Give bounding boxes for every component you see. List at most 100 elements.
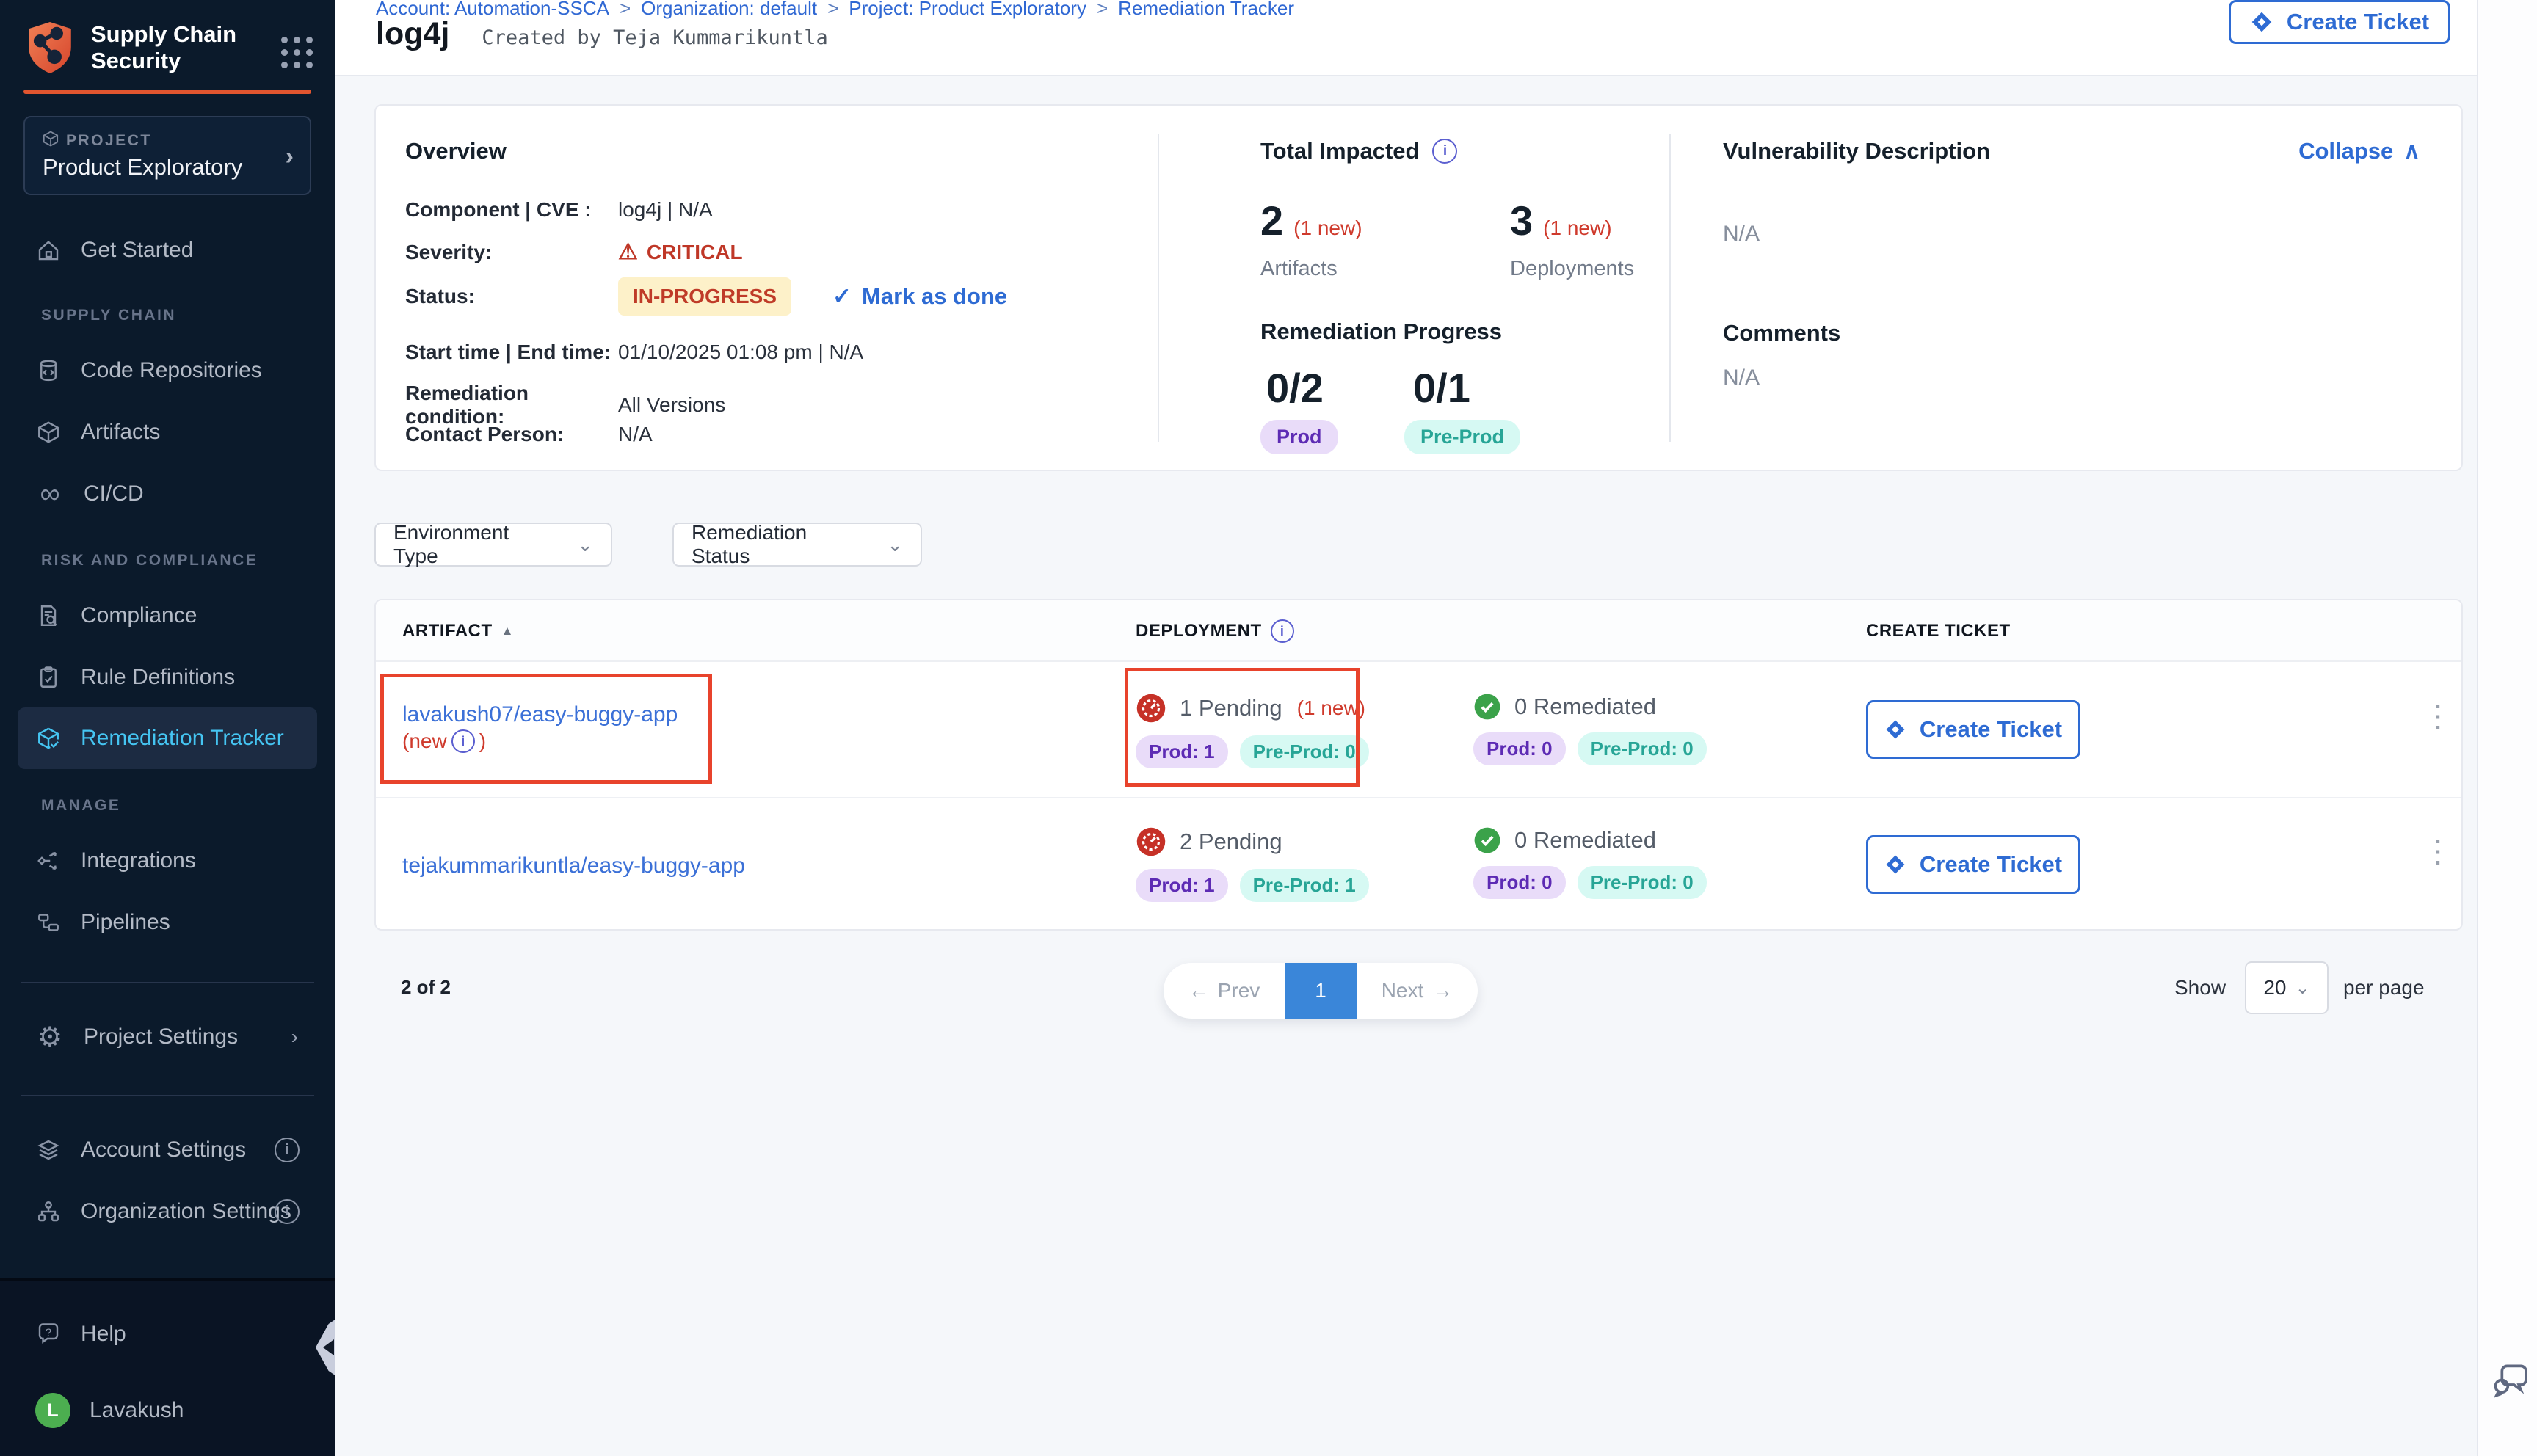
sidebar-item-rule-definitions[interactable]: Rule Definitions <box>18 653 317 702</box>
jira-diamond-icon <box>1884 718 1906 740</box>
comments-value: N/A <box>1723 365 1760 390</box>
row-menu-kebab-icon[interactable]: ⋮ <box>2422 702 2453 731</box>
check-circle-icon <box>1473 826 1501 854</box>
create-ticket-label: Create Ticket <box>1920 716 2062 743</box>
time-label: Start time | End time: <box>405 341 618 364</box>
pagination: ← Prev 1 Next → <box>1164 963 1478 1019</box>
info-icon[interactable]: i <box>1432 139 1457 164</box>
project-name: Product Exploratory <box>43 154 242 181</box>
preprod-badge: Pre-Prod <box>1404 420 1520 454</box>
table-header-row: ARTIFACT ▲ DEPLOYMENT i CREATE TICKET <box>376 600 2461 662</box>
environment-type-filter[interactable]: Environment Type ⌄ <box>374 523 612 567</box>
deployments-new-count: (1 new) <box>1543 216 1611 240</box>
sidebar-item-label: Account Settings <box>81 1138 246 1162</box>
deployment-pending-cell: 2 Pending Prod: 1 Pre-Prod: 1 <box>1136 826 1369 902</box>
sidebar-item-compliance[interactable]: Compliance <box>18 592 317 640</box>
pending-clock-icon <box>1136 826 1166 857</box>
brand: Supply ChainSecurity <box>25 21 313 75</box>
annotation-box-artifact <box>380 674 712 784</box>
svg-text:?: ? <box>46 1326 51 1339</box>
info-icon[interactable]: i <box>275 1138 300 1162</box>
layers-icon <box>35 1137 62 1163</box>
sidebar-item-integrations[interactable]: Integrations <box>18 837 317 885</box>
chevron-down-icon: ⌄ <box>2295 978 2310 999</box>
sidebar-item-organization-settings[interactable]: Organization Settings i <box>18 1187 317 1236</box>
arrow-left-icon: ← <box>1188 979 1209 1002</box>
component-cve-label: Component | CVE : <box>405 198 618 222</box>
chevron-right-icon: › <box>291 1025 298 1049</box>
collapse-button[interactable]: Collapse ∧ <box>2298 138 2420 164</box>
remediated-count: 0 Remediated <box>1514 827 1656 853</box>
create-ticket-label: Create Ticket <box>2287 9 2429 35</box>
overview-card: Overview Component | CVE : log4j | N/A S… <box>374 104 2463 471</box>
user-menu[interactable]: L Lavakush <box>18 1386 317 1435</box>
sidebar-item-label: Organization Settings <box>81 1199 291 1224</box>
preprod-progress-value: 0/1 <box>1413 364 1470 412</box>
artifact-cell: tejakummarikuntla/easy-buggy-app <box>402 851 745 881</box>
per-page-select[interactable]: 20 ⌄ <box>2245 961 2329 1014</box>
severity-value: ⚠ CRITICAL <box>618 239 743 265</box>
sidebar-item-account-settings[interactable]: Account Settings i <box>18 1126 317 1174</box>
sidebar-item-code-repositories[interactable]: Code Repositories <box>18 346 317 395</box>
sidebar-item-help[interactable]: ? Help <box>18 1310 317 1358</box>
sidebar-item-remediation-tracker[interactable]: Remediation Tracker <box>18 707 317 769</box>
sidebar-item-artifacts[interactable]: Artifacts <box>18 408 317 456</box>
sidebar-item-label: Remediation Tracker <box>81 726 284 751</box>
create-ticket-label: Create Ticket <box>1920 851 2062 878</box>
page-number-button[interactable]: 1 <box>1285 963 1357 1019</box>
prev-page-button[interactable]: ← Prev <box>1164 979 1285 1002</box>
chat-support-icon[interactable] <box>2490 1359 2531 1400</box>
document-search-icon <box>35 603 62 629</box>
project-selector[interactable]: PROJECT Product Exploratory › <box>23 116 311 195</box>
artifact-link[interactable]: tejakummarikuntla/easy-buggy-app <box>402 851 745 881</box>
sidebar-item-label: Artifacts <box>81 420 160 445</box>
sidebar-item-cicd[interactable]: ∞ CI/CD <box>18 470 317 518</box>
critical-warning-icon: ⚠ <box>618 239 638 265</box>
overview-heading: Overview <box>405 138 507 164</box>
show-label: Show <box>2174 976 2226 1000</box>
brand-title: Supply ChainSecurity <box>91 21 236 74</box>
create-ticket-button-header[interactable]: Create Ticket <box>2229 0 2450 44</box>
info-icon[interactable]: i <box>1271 619 1294 643</box>
right-rail <box>2477 0 2537 1456</box>
chevron-right-icon: › <box>286 142 294 171</box>
jira-diamond-icon <box>2250 10 2273 34</box>
title-row: log4j Created by Teja Kummarikuntla <box>376 16 828 52</box>
row-menu-kebab-icon[interactable]: ⋮ <box>2422 837 2453 866</box>
sidebar-bottom-dock: ? Help L Lavakush <box>0 1278 335 1456</box>
artifact-column-header[interactable]: ARTIFACT ▲ <box>402 600 514 662</box>
avatar: L <box>35 1393 70 1428</box>
remediation-progress-heading: Remediation Progress <box>1260 318 1502 345</box>
arrow-right-icon: → <box>1432 979 1453 1002</box>
create-ticket-button-row[interactable]: Create Ticket <box>1866 700 2080 759</box>
page-title: log4j <box>376 16 449 52</box>
create-ticket-button-row[interactable]: Create Ticket <box>1866 835 2080 894</box>
prod-badge: Prod <box>1260 420 1338 454</box>
breadcrumb-link-project[interactable]: Project: Product Exploratory <box>849 0 1086 19</box>
sidebar-item-pipelines[interactable]: Pipelines <box>18 898 317 947</box>
module-grid-icon[interactable] <box>281 37 313 68</box>
mark-as-done-button[interactable]: ✓ Mark as done <box>832 283 1007 310</box>
sidebar-item-get-started[interactable]: Get Started <box>18 226 317 274</box>
deployment-column-header: DEPLOYMENT i <box>1136 600 1294 662</box>
column-divider <box>1669 134 1671 442</box>
app-root: Supply ChainSecurity PROJECT Product Exp… <box>0 0 2537 1456</box>
user-name: Lavakush <box>90 1398 184 1423</box>
supply-chain-shield-logo-icon <box>25 21 75 75</box>
chevron-down-icon: ⌄ <box>887 534 903 556</box>
sidebar-item-project-settings[interactable]: ⚙ Project Settings › <box>18 1013 317 1061</box>
sidebar-item-label: Compliance <box>81 603 197 628</box>
next-page-button[interactable]: Next → <box>1357 979 1478 1002</box>
sidebar-item-label: Integrations <box>81 848 196 873</box>
severity-row: Severity: ⚠ CRITICAL <box>405 239 743 265</box>
clipboard-check-icon <box>35 664 62 691</box>
page-header: Account: Automation-SSCA>Organization: d… <box>335 0 2477 76</box>
remediation-status-filter[interactable]: Remediation Status ⌄ <box>672 523 922 567</box>
info-icon[interactable]: i <box>275 1199 300 1224</box>
annotation-box-pending <box>1125 668 1360 787</box>
integrations-icon <box>35 848 62 874</box>
help-chat-icon: ? <box>35 1321 62 1347</box>
breadcrumb-current[interactable]: Remediation Tracker <box>1118 0 1294 19</box>
preprod-count-badge: Pre-Prod: 0 <box>1578 866 1707 899</box>
column-divider <box>1158 134 1159 442</box>
